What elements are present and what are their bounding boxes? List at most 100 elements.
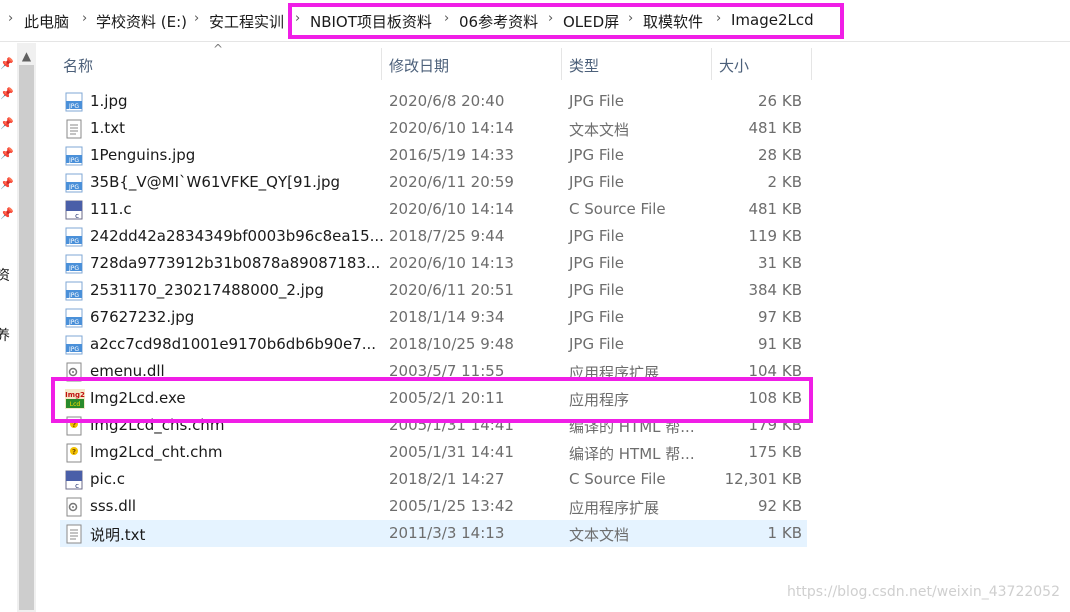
- file-type: JPG File: [569, 335, 624, 353]
- file-size: 28 KB: [758, 146, 802, 164]
- file-name: 67627232.jpg: [90, 308, 195, 326]
- sort-ascending-icon: ^: [213, 42, 224, 56]
- file-size: 119 KB: [748, 227, 802, 245]
- breadcrumb-training[interactable]: 安工程实训: [209, 11, 284, 32]
- chevron-right-icon[interactable]: ›: [8, 11, 13, 26]
- jpg-file-icon: JPG: [65, 92, 83, 112]
- file-name: 35B{_V@MI`W61VFKE_QY[91.jpg: [90, 173, 341, 191]
- file-row[interactable]: 说明.txt 2011/3/3 14:13 文本文档 1 KB: [60, 520, 807, 547]
- file-type: JPG File: [569, 254, 624, 272]
- file-row[interactable]: JPG 67627232.jpg 2018/1/14 9:34 JPG File 97 …: [60, 304, 807, 331]
- svg-text:JPG: JPG: [68, 238, 79, 245]
- file-size: 481 KB: [748, 119, 802, 137]
- scroll-up-arrow-icon[interactable]: ▲: [17, 49, 36, 63]
- file-type: 编译的 HTML 帮...: [569, 445, 695, 463]
- chm-help-file-icon: ?: [65, 443, 83, 463]
- file-date-modified: 2011/3/3 14:13: [389, 524, 505, 542]
- breadcrumb-highlight-box: [288, 3, 844, 39]
- file-date-modified: 2020/6/10 14:14: [389, 200, 514, 218]
- jpg-file-icon: JPG: [65, 281, 83, 301]
- jpg-file-icon: JPG: [65, 227, 83, 247]
- file-type: JPG File: [569, 92, 624, 110]
- jpg-file-icon: JPG: [65, 146, 83, 166]
- nav-scrollbar[interactable]: ▲: [17, 43, 36, 612]
- svg-text:?: ?: [72, 448, 76, 456]
- watermark-text: https://blog.csdn.net/weixin_43722052: [786, 584, 1060, 600]
- file-row[interactable]: 1.txt 2020/6/10 14:14 文本文档 481 KB: [60, 115, 807, 142]
- column-divider[interactable]: [811, 48, 812, 80]
- pin-icon[interactable]: 📌: [0, 207, 14, 220]
- file-name: a2cc7cd98d1001e9170b6db6b90e7...: [90, 335, 377, 353]
- row-highlight-box: [51, 377, 813, 423]
- file-type: JPG File: [569, 227, 624, 245]
- file-size: 384 KB: [748, 281, 802, 299]
- file-size: 97 KB: [758, 308, 802, 326]
- file-date-modified: 2020/6/11 20:59: [389, 173, 514, 191]
- chevron-right-icon[interactable]: ›: [82, 11, 87, 26]
- file-date-modified: 2005/1/25 13:42: [389, 497, 514, 515]
- file-row[interactable]: JPG 35B{_V@MI`W61VFKE_QY[91.jpg 2020/6/11 …: [60, 169, 807, 196]
- scrollbar-thumb[interactable]: [19, 65, 34, 610]
- file-name: 1.jpg: [90, 92, 128, 110]
- chevron-right-icon[interactable]: ›: [194, 11, 199, 26]
- file-type: C Source File: [569, 470, 666, 488]
- navigation-pane[interactable]: 📌 📌 📌 📌 📌 📌 资 养: [0, 43, 17, 612]
- text-file-icon: [65, 119, 83, 139]
- column-header-date[interactable]: 修改日期: [389, 55, 449, 76]
- file-date-modified: 2020/6/10 14:13: [389, 254, 514, 272]
- file-size: 12,301 KB: [724, 470, 802, 488]
- file-size: 92 KB: [758, 497, 802, 515]
- file-name: 1Penguins.jpg: [90, 146, 196, 164]
- file-row[interactable]: JPG a2cc7cd98d1001e9170b6db6b90e7... 2018/…: [60, 331, 807, 358]
- file-row[interactable]: sss.dll 2005/1/25 13:42 应用程序扩展 92 KB: [60, 493, 807, 520]
- file-row[interactable]: ? Img2Lcd_cht.chm 2005/1/31 14:41 编译的 HTML …: [60, 439, 807, 466]
- file-type: JPG File: [569, 173, 624, 191]
- file-row[interactable]: JPG 242dd42a2834349bf0003b96c8ea15... 2018…: [60, 223, 807, 250]
- text-file-icon: [65, 524, 83, 544]
- svg-text:JPG: JPG: [68, 184, 79, 191]
- svg-text:JPG: JPG: [68, 103, 79, 110]
- file-size: 175 KB: [748, 443, 802, 461]
- pin-icon[interactable]: 📌: [0, 87, 14, 100]
- column-divider[interactable]: [561, 48, 562, 80]
- column-header-size[interactable]: 大小: [719, 55, 749, 76]
- file-date-modified: 2020/6/11 20:51: [389, 281, 514, 299]
- file-name: 2531170_230217488000_2.jpg: [90, 281, 324, 299]
- breadcrumb-this-pc[interactable]: 此电脑: [24, 11, 69, 32]
- file-size: 1 KB: [767, 524, 802, 542]
- file-row[interactable]: JPG 2531170_230217488000_2.jpg 2020/6/11 2…: [60, 277, 807, 304]
- column-divider[interactable]: [711, 48, 712, 80]
- c-source-file-icon: c: [65, 470, 83, 490]
- file-type: JPG File: [569, 308, 624, 326]
- file-date-modified: 2018/10/25 9:48: [389, 335, 514, 353]
- jpg-file-icon: JPG: [65, 335, 83, 355]
- nav-item-label[interactable]: 养: [0, 325, 10, 345]
- file-type: C Source File: [569, 200, 666, 218]
- breadcrumb-drive-e[interactable]: 学校资料 (E:): [96, 11, 187, 32]
- file-name: 111.c: [90, 200, 132, 218]
- file-name: Img2Lcd_cht.chm: [90, 443, 223, 461]
- file-date-modified: 2020/6/10 14:14: [389, 119, 514, 137]
- pin-icon[interactable]: 📌: [0, 147, 14, 160]
- file-row[interactable]: c 111.c 2020/6/10 14:14 C Source File 481 KB: [60, 196, 807, 223]
- file-row[interactable]: JPG 1.jpg 2020/6/8 20:40 JPG File 26 KB: [60, 88, 807, 115]
- pin-icon[interactable]: 📌: [0, 57, 14, 70]
- column-header-type[interactable]: 类型: [569, 55, 599, 76]
- nav-item-label[interactable]: 资: [0, 265, 10, 285]
- file-row[interactable]: JPG 728da9773912b31b0878a89087183... 2020/…: [60, 250, 807, 277]
- column-header-name[interactable]: 名称: [63, 55, 93, 76]
- file-name: pic.c: [90, 470, 125, 488]
- file-type: 应用程序扩展: [569, 499, 660, 517]
- file-row[interactable]: c pic.c 2018/2/1 14:27 C Source File 12,301 …: [60, 466, 807, 493]
- svg-text:c: c: [75, 212, 79, 220]
- file-date-modified: 2018/7/25 9:44: [389, 227, 505, 245]
- file-row[interactable]: JPG 1Penguins.jpg 2016/5/19 14:33 JPG File 2…: [60, 142, 807, 169]
- svg-text:c: c: [75, 482, 79, 490]
- file-name: 728da9773912b31b0878a89087183...: [90, 254, 381, 272]
- pin-icon[interactable]: 📌: [0, 177, 14, 190]
- svg-text:JPG: JPG: [68, 265, 79, 272]
- column-divider[interactable]: [381, 48, 382, 80]
- file-date-modified: 2016/5/19 14:33: [389, 146, 514, 164]
- pin-icon[interactable]: 📌: [0, 117, 14, 130]
- svg-text:JPG: JPG: [68, 319, 79, 326]
